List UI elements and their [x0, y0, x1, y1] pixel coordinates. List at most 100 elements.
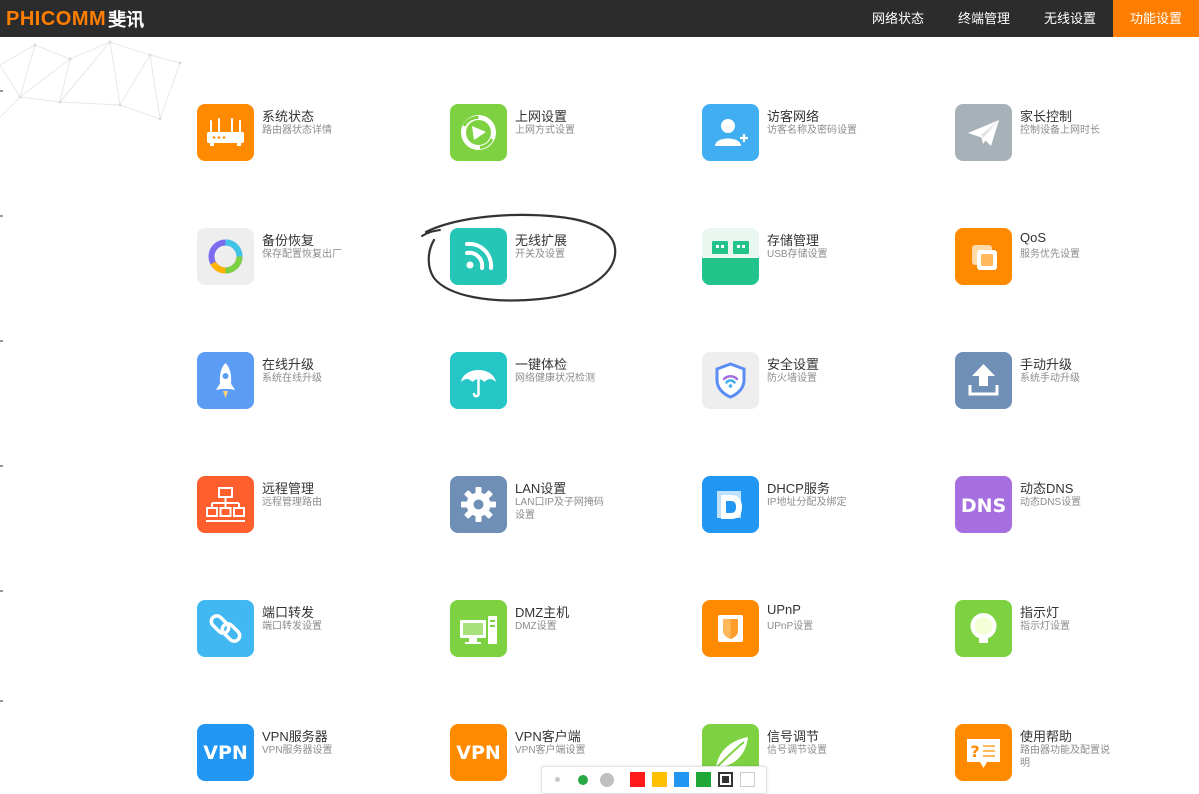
edge-tick — [0, 700, 3, 702]
feature-tile-remote-management[interactable]: 远程管理 远程管理路由 — [197, 476, 437, 536]
color-swatch-green[interactable] — [696, 772, 711, 787]
backup-ring-icon — [197, 228, 254, 285]
paper-plane-icon — [955, 104, 1012, 161]
feature-tile-lan-settings[interactable]: LAN设置 LAN口IP及子网掩码设置 — [450, 476, 690, 536]
top-bar: PHICOMM 斐讯 网络状态 终端管理 无线设置 功能设置 — [0, 0, 1199, 37]
feature-title: DHCP服务 — [767, 481, 830, 496]
background-lattice-decoration — [0, 40, 182, 121]
feature-subtitle: 上网方式设置 — [515, 125, 575, 136]
feature-subtitle: UPnP设置 — [767, 621, 814, 632]
feature-tile-indicator-light[interactable]: 指示灯 指示灯设置 — [955, 600, 1195, 660]
feature-tile-dynamic-dns[interactable]: DNS 动态DNS 动态DNS设置 — [955, 476, 1195, 536]
shield-icon — [702, 352, 759, 409]
main-nav: 网络状态 终端管理 无线设置 功能设置 — [855, 0, 1199, 37]
feature-subtitle: 信号调节设置 — [767, 745, 827, 756]
feature-title: 上网设置 — [515, 109, 568, 124]
annotation-circle-highlight — [421, 213, 617, 302]
svg-text:VPN: VPN — [456, 742, 501, 764]
feature-subtitle: 保存配置恢复出厂 — [262, 249, 342, 260]
feature-subtitle: 控制设备上网时长 — [1020, 125, 1100, 136]
feature-tile-one-click-check[interactable]: 一键体检 网络健康状况检测 — [450, 352, 690, 412]
feature-title: 备份恢复 — [262, 233, 315, 248]
feature-subtitle: 路由器功能及配置说明 — [1020, 745, 1110, 769]
feature-title: 家长控制 — [1020, 109, 1073, 124]
qos-icon — [955, 228, 1012, 285]
vpn-server-icon: VPN — [197, 724, 254, 781]
feature-title: DMZ主机 — [515, 605, 570, 620]
annotation-toolbar — [541, 766, 767, 794]
feature-title: 手动升级 — [1020, 357, 1073, 372]
feature-subtitle: 系统在线升级 — [262, 373, 322, 384]
feature-title: 信号调节 — [767, 729, 820, 744]
feature-subtitle: 端口转发设置 — [262, 621, 322, 632]
feature-subtitle: 路由器状态详情 — [262, 125, 332, 136]
brand-name-cn: 斐讯 — [108, 10, 145, 30]
dhcp-icon — [702, 476, 759, 533]
color-swatch-yellow[interactable] — [652, 772, 667, 787]
feature-title: 使用帮助 — [1020, 729, 1073, 744]
feature-title: 在线升级 — [262, 357, 315, 372]
feature-tile-guest-network[interactable]: 访客网络 访客名称及密码设置 — [702, 104, 942, 164]
nav-device-management[interactable]: 终端管理 — [941, 0, 1027, 37]
brand-name-en: PHICOMM — [6, 7, 107, 30]
feature-tile-vpn-server[interactable]: VPN VPN服务器 VPN服务器设置 — [197, 724, 437, 784]
edge-tick — [0, 215, 3, 217]
feature-tile-online-upgrade[interactable]: 在线升级 系统在线升级 — [197, 352, 437, 412]
feature-subtitle: 远程管理路由 — [262, 497, 322, 508]
phicomm-logo[interactable]: PHICOMM 斐讯 — [6, 7, 144, 31]
feature-title: 一键体检 — [515, 357, 568, 372]
router-icon — [197, 104, 254, 161]
small-dot-brush[interactable] — [555, 777, 560, 782]
nav-wireless-settings[interactable]: 无线设置 — [1027, 0, 1113, 37]
feature-tile-internet-settings[interactable]: 上网设置 上网方式设置 — [450, 104, 690, 164]
nav-network-status[interactable]: 网络状态 — [855, 0, 941, 37]
medium-dot-brush[interactable] — [578, 775, 588, 785]
feature-title: 指示灯 — [1020, 605, 1060, 620]
gear-icon — [450, 476, 507, 533]
feature-tile-usage-help[interactable]: ? 使用帮助 路由器功能及配置说明 — [955, 724, 1195, 784]
color-swatch-blue[interactable] — [674, 772, 689, 787]
feature-subtitle: VPN服务器设置 — [262, 745, 333, 756]
feature-tile-dhcp-service[interactable]: DHCP服务 IP地址分配及绑定 — [702, 476, 942, 536]
feature-tile-qos[interactable]: QoS 服务优先设置 — [955, 228, 1195, 288]
feature-tile-backup-restore[interactable]: 备份恢复 保存配置恢复出厂 — [197, 228, 437, 288]
feature-subtitle: LAN口IP及子网掩码设置 — [515, 497, 604, 521]
color-swatch-black-selected[interactable] — [718, 772, 733, 787]
computer-icon — [450, 600, 507, 657]
feature-subtitle: 动态DNS设置 — [1020, 497, 1082, 508]
feature-subtitle: DMZ设置 — [515, 621, 557, 632]
feature-title: 远程管理 — [262, 481, 315, 496]
svg-text:?: ? — [970, 742, 979, 761]
feature-tile-dmz-host[interactable]: DMZ主机 DMZ设置 — [450, 600, 690, 660]
svg-text:DNS: DNS — [961, 495, 1006, 517]
feature-tile-system-status[interactable]: 系统状态 路由器状态详情 — [197, 104, 437, 164]
feature-subtitle: IP地址分配及绑定 — [767, 497, 847, 508]
feature-title: VPN客户端 — [515, 729, 581, 744]
large-dot-brush[interactable] — [600, 773, 614, 787]
nav-feature-settings[interactable]: 功能设置 — [1112, 0, 1199, 37]
color-swatch-white[interactable] — [740, 772, 755, 787]
feature-title: UPnP — [767, 602, 801, 617]
umbrella-icon — [450, 352, 507, 409]
feature-subtitle: 网络健康状况检测 — [515, 373, 595, 384]
feature-title: VPN服务器 — [262, 729, 328, 744]
internet-icon — [450, 104, 507, 161]
feature-title: LAN设置 — [515, 481, 567, 496]
upload-icon — [955, 352, 1012, 409]
feature-tile-upnp[interactable]: UPnP UPnP设置 — [702, 600, 942, 660]
edge-tick — [0, 340, 3, 342]
feature-title: 存储管理 — [767, 233, 820, 248]
feature-tile-storage-management[interactable]: 存储管理 USB存储设置 — [702, 228, 942, 288]
color-swatch-red[interactable] — [630, 772, 645, 787]
feature-tile-port-forwarding[interactable]: 端口转发 端口转发设置 — [197, 600, 437, 660]
feature-subtitle: 系统手动升级 — [1020, 373, 1080, 384]
feature-tile-security-settings[interactable]: 安全设置 防火墙设置 — [702, 352, 942, 412]
feature-tile-parental-control[interactable]: 家长控制 控制设备上网时长 — [955, 104, 1195, 164]
edge-tick — [0, 590, 3, 592]
help-icon: ? — [955, 724, 1012, 781]
feature-title: 系统状态 — [262, 109, 315, 124]
guest-user-icon — [702, 104, 759, 161]
feature-tile-manual-upgrade[interactable]: 手动升级 系统手动升级 — [955, 352, 1195, 412]
edge-tick — [0, 90, 3, 92]
upnp-icon — [702, 600, 759, 657]
